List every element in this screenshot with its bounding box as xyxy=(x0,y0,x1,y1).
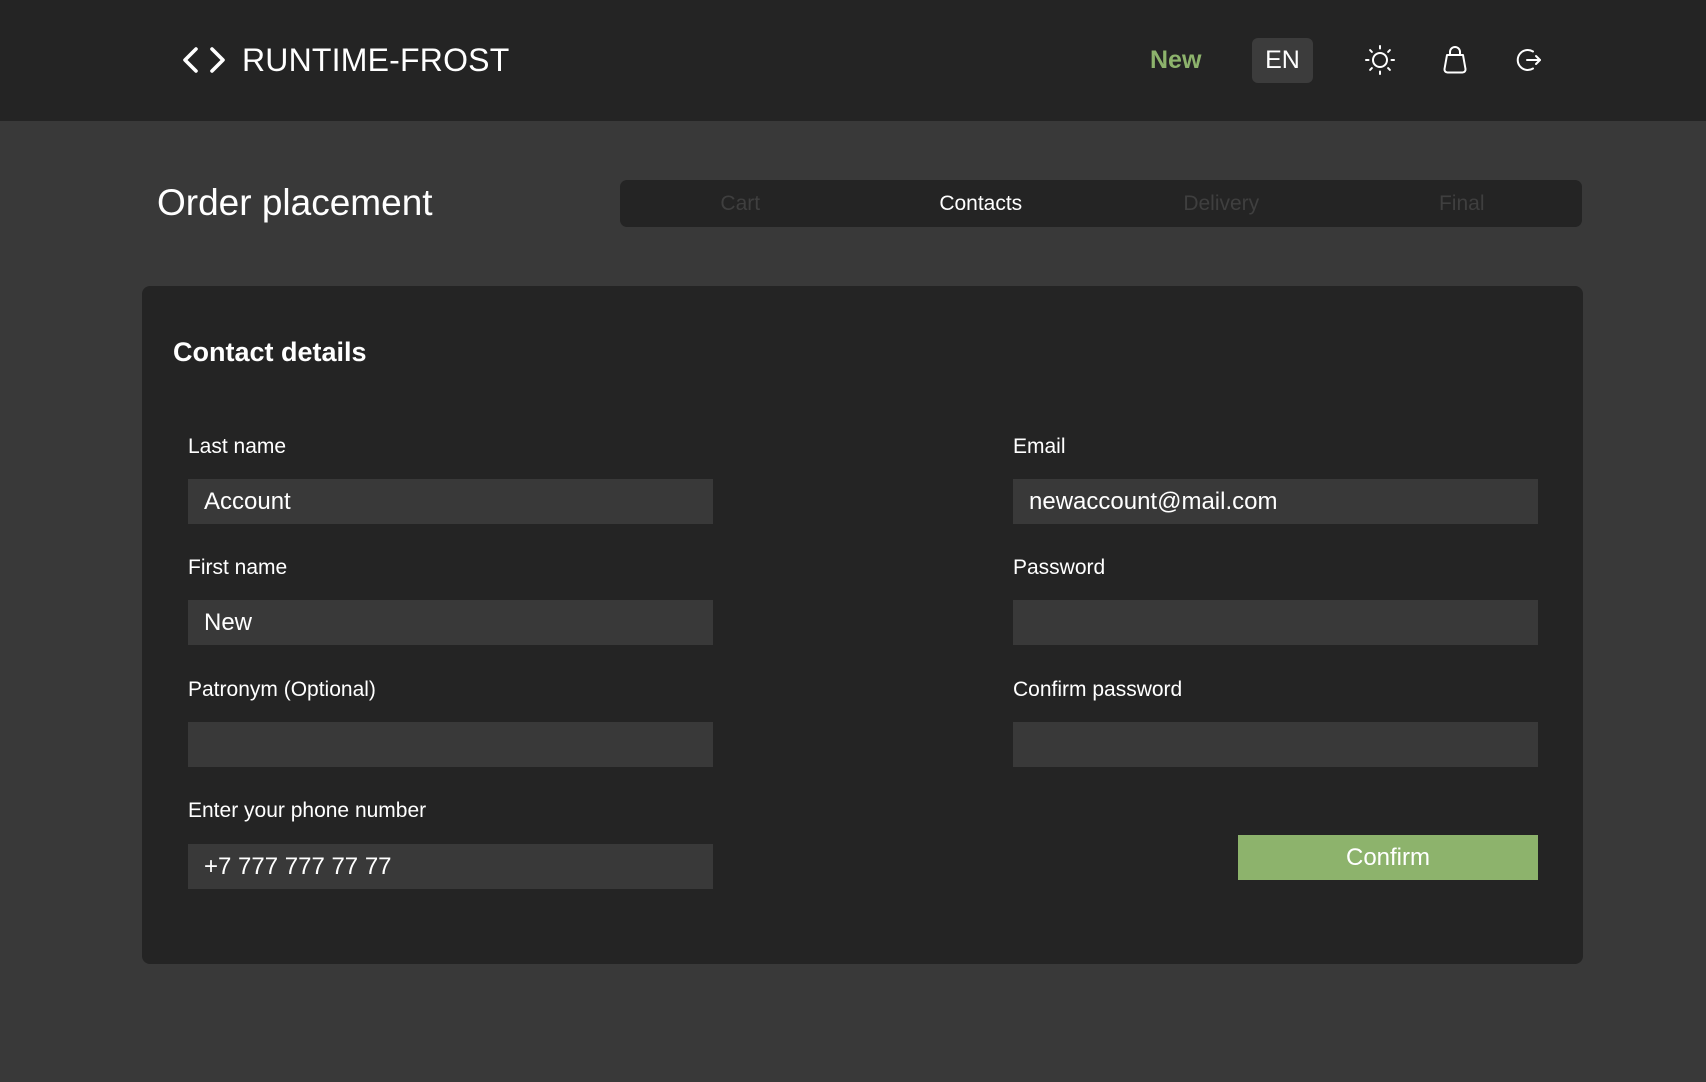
email-input[interactable] xyxy=(1013,479,1538,524)
language-switch-button[interactable]: EN xyxy=(1252,38,1313,83)
user-name-link[interactable]: New xyxy=(1150,44,1201,76)
cart-button[interactable] xyxy=(1439,44,1471,76)
confirm-password-label: Confirm password xyxy=(1013,678,1183,701)
phone-label: Enter your phone number xyxy=(188,799,427,822)
last-name-input[interactable] xyxy=(188,479,713,524)
checkout-steps: Cart Contacts Delivery Final xyxy=(620,180,1582,227)
step-contacts[interactable]: Contacts xyxy=(861,180,1102,227)
code-brackets-icon xyxy=(183,47,225,73)
sun-icon xyxy=(1365,45,1395,75)
contact-details-card: Contact details Last name First name Pat… xyxy=(142,286,1583,964)
confirm-password-input[interactable] xyxy=(1013,722,1538,767)
shopping-bag-icon xyxy=(1443,46,1467,74)
brand-name: RUNTIME-FROST xyxy=(242,42,510,78)
phone-input[interactable] xyxy=(188,844,713,889)
email-label: Email xyxy=(1013,435,1066,458)
page-title: Order placement xyxy=(157,182,433,223)
theme-toggle-button[interactable] xyxy=(1364,44,1396,76)
password-input[interactable] xyxy=(1013,600,1538,645)
step-delivery[interactable]: Delivery xyxy=(1101,180,1342,227)
step-final[interactable]: Final xyxy=(1342,180,1583,227)
brand-logo[interactable]: RUNTIME-FROST xyxy=(182,41,509,79)
password-label: Password xyxy=(1013,556,1106,579)
first-name-input[interactable] xyxy=(188,600,713,645)
logout-button[interactable] xyxy=(1514,44,1546,76)
logout-icon xyxy=(1516,49,1541,71)
patronym-input[interactable] xyxy=(188,722,713,767)
step-cart[interactable]: Cart xyxy=(620,180,861,227)
top-header: RUNTIME-FROST New EN xyxy=(0,0,1706,121)
patronym-label: Patronym (Optional) xyxy=(188,678,376,701)
confirm-button[interactable]: Confirm xyxy=(1238,835,1538,880)
contact-details-title: Contact details xyxy=(173,337,367,367)
first-name-label: First name xyxy=(188,556,288,579)
last-name-label: Last name xyxy=(188,435,287,458)
